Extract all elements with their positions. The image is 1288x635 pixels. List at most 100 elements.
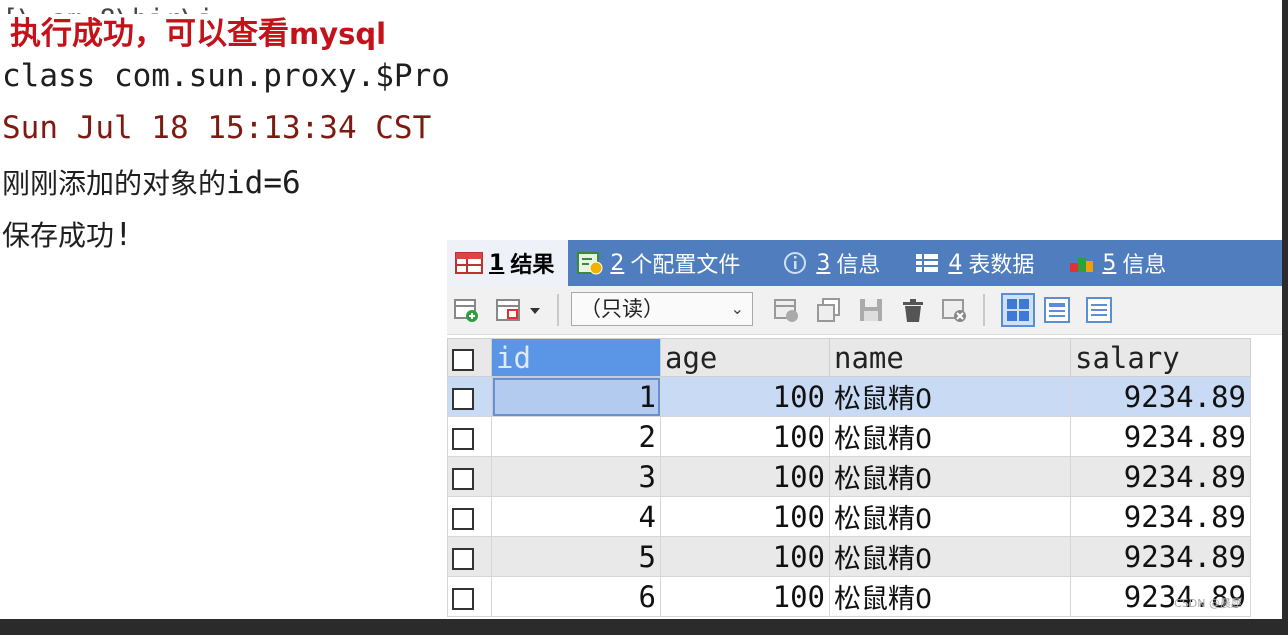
tab-info-2-label: 信息 xyxy=(1122,253,1167,278)
select-all-checkbox[interactable] xyxy=(452,348,474,371)
tab-table-data[interactable]: 4 表数据 xyxy=(894,240,1048,286)
console-id-value: id=6 xyxy=(226,165,301,201)
table-row[interactable]: 5 100 松鼠精0 9234.89 xyxy=(447,536,1251,577)
table-data-icon xyxy=(914,251,942,275)
text-view-icon[interactable] xyxy=(1085,296,1113,324)
console-line-date: Sun Jul 18 15:13:34 CST xyxy=(2,110,432,146)
column-layout-icon[interactable] xyxy=(495,296,523,324)
result-toolbar: （只读） ⌄ xyxy=(447,286,1282,335)
tab-result-label: 结果 xyxy=(510,253,555,278)
save-icon[interactable] xyxy=(857,296,885,324)
column-header-salary[interactable]: salary xyxy=(1070,338,1251,377)
annotation-text-en: mysql xyxy=(289,17,387,51)
cell-salary[interactable]: 9234.89 xyxy=(1070,416,1251,457)
tab-result-number: 1 xyxy=(489,250,505,276)
screenshot-canvas: [\ am 8\bir\j 执行成功，可以查看mysql class com.s… xyxy=(0,0,1282,619)
select-all-header[interactable] xyxy=(447,338,492,377)
grid-header-row: id age name salary xyxy=(447,338,1251,377)
result-panel: 1 结果 2 个配置文件 3 信息 4 表数据 5 信息 （只读） ⌄ id a… xyxy=(447,240,1282,619)
toolbar-divider xyxy=(557,294,559,326)
tab-info-2-number: 5 xyxy=(1102,250,1117,276)
column-header-id[interactable]: id xyxy=(491,338,661,377)
row-checkbox[interactable] xyxy=(452,507,474,530)
table-row[interactable]: 2 100 松鼠精0 9234.89 xyxy=(447,416,1251,457)
column-header-name[interactable]: name xyxy=(829,338,1071,377)
row-checkbox-cell[interactable] xyxy=(447,496,492,537)
cell-name[interactable]: 松鼠精0 xyxy=(829,376,1071,417)
row-checkbox-cell[interactable] xyxy=(447,416,492,457)
result-tabbar: 1 结果 2 个配置文件 3 信息 4 表数据 5 信息 xyxy=(447,240,1282,286)
row-checkbox-cell[interactable] xyxy=(447,376,492,417)
cell-id[interactable]: 5 xyxy=(491,536,661,577)
tab-info-label: 信息 xyxy=(836,253,881,278)
blocks-icon xyxy=(1068,251,1096,275)
cell-name[interactable]: 松鼠精0 xyxy=(829,496,1071,537)
console-line-saved: 保存成功! xyxy=(2,214,133,254)
table-row[interactable]: 1 100 松鼠精0 9234.89 xyxy=(447,376,1251,417)
annotation-label: 执行成功，可以查看mysql xyxy=(6,14,391,54)
cell-salary[interactable]: 9234.89 xyxy=(1070,456,1251,497)
cell-salary[interactable]: 9234.89 xyxy=(1070,536,1251,577)
console-saved-label: 保存成功 xyxy=(2,219,115,252)
watermark: CSDN @晨犀 xyxy=(1174,597,1242,610)
row-checkbox[interactable] xyxy=(452,587,474,610)
tab-result[interactable]: 1 结果 xyxy=(447,240,569,286)
tab-table-data-number: 4 xyxy=(948,250,963,276)
console-id-label: 刚刚添加的对象的 xyxy=(2,167,227,200)
cell-name[interactable]: 松鼠精0 xyxy=(829,456,1071,497)
tab-info-2[interactable]: 5 信息 xyxy=(1048,240,1180,286)
row-checkbox-cell[interactable] xyxy=(447,576,492,617)
table-row[interactable]: 6 100 松鼠精0 9234.89 xyxy=(447,576,1251,617)
chevron-down-icon[interactable] xyxy=(527,296,543,324)
cell-name[interactable]: 松鼠精0 xyxy=(829,536,1071,577)
row-checkbox[interactable] xyxy=(452,547,474,570)
readonly-mode-value: （只读） xyxy=(580,297,664,321)
grid-view-icon[interactable] xyxy=(1001,293,1035,327)
tab-profiles-number: 2 xyxy=(610,250,625,276)
profile-icon xyxy=(576,251,604,275)
table-result-icon xyxy=(455,251,483,275)
discard-changes-icon[interactable] xyxy=(941,296,969,324)
column-header-age[interactable]: age xyxy=(660,338,830,377)
console-line-id: 刚刚添加的对象的id=6 xyxy=(2,162,301,202)
row-checkbox[interactable] xyxy=(452,427,474,450)
cell-id[interactable]: 3 xyxy=(491,456,661,497)
cell-salary[interactable]: 9234.89 xyxy=(1070,376,1251,417)
insert-record-icon[interactable] xyxy=(773,296,801,324)
row-checkbox-cell[interactable] xyxy=(447,456,492,497)
cell-age[interactable]: 100 xyxy=(660,536,830,577)
cell-id[interactable]: 4 xyxy=(491,496,661,537)
select-chevron-icon: ⌄ xyxy=(730,299,744,318)
cell-salary[interactable]: 9234.89 xyxy=(1070,496,1251,537)
tab-info-number: 3 xyxy=(816,250,831,276)
toolbar-divider-2 xyxy=(983,294,985,326)
cell-age[interactable]: 100 xyxy=(660,456,830,497)
readonly-mode-select[interactable]: （只读） ⌄ xyxy=(571,292,753,326)
cell-age[interactable]: 100 xyxy=(660,496,830,537)
table-row[interactable]: 3 100 松鼠精0 9234.89 xyxy=(447,456,1251,497)
row-checkbox[interactable] xyxy=(452,467,474,490)
cell-id[interactable]: 1 xyxy=(491,376,661,417)
tab-table-data-label: 表数据 xyxy=(968,253,1035,278)
annotation-text-cn: 执行成功，可以查看 xyxy=(10,16,289,52)
row-checkbox-cell[interactable] xyxy=(447,536,492,577)
cell-name[interactable]: 松鼠精0 xyxy=(829,416,1071,457)
row-checkbox[interactable] xyxy=(452,387,474,410)
form-view-icon[interactable] xyxy=(1043,296,1071,324)
cell-name[interactable]: 松鼠精0 xyxy=(829,576,1071,617)
cell-id[interactable]: 2 xyxy=(491,416,661,457)
delete-icon[interactable] xyxy=(899,296,927,324)
cell-age[interactable]: 100 xyxy=(660,376,830,417)
tab-info[interactable]: 3 信息 xyxy=(754,240,894,286)
info-icon xyxy=(782,251,810,275)
console-line-class: class com.sun.proxy.$Pro xyxy=(2,58,450,94)
tab-profiles-label: 个配置文件 xyxy=(630,253,741,278)
duplicate-record-icon[interactable] xyxy=(815,296,843,324)
table-row[interactable]: 4 100 松鼠精0 9234.89 xyxy=(447,496,1251,537)
add-row-icon[interactable] xyxy=(453,296,481,324)
cell-age[interactable]: 100 xyxy=(660,576,830,617)
cell-age[interactable]: 100 xyxy=(660,416,830,457)
cell-id[interactable]: 6 xyxy=(491,576,661,617)
tab-profiles[interactable]: 2 个配置文件 xyxy=(568,240,754,286)
result-grid: id age name salary 1 100 松鼠精0 9234.89 2 100 松鼠… xyxy=(447,338,1251,617)
